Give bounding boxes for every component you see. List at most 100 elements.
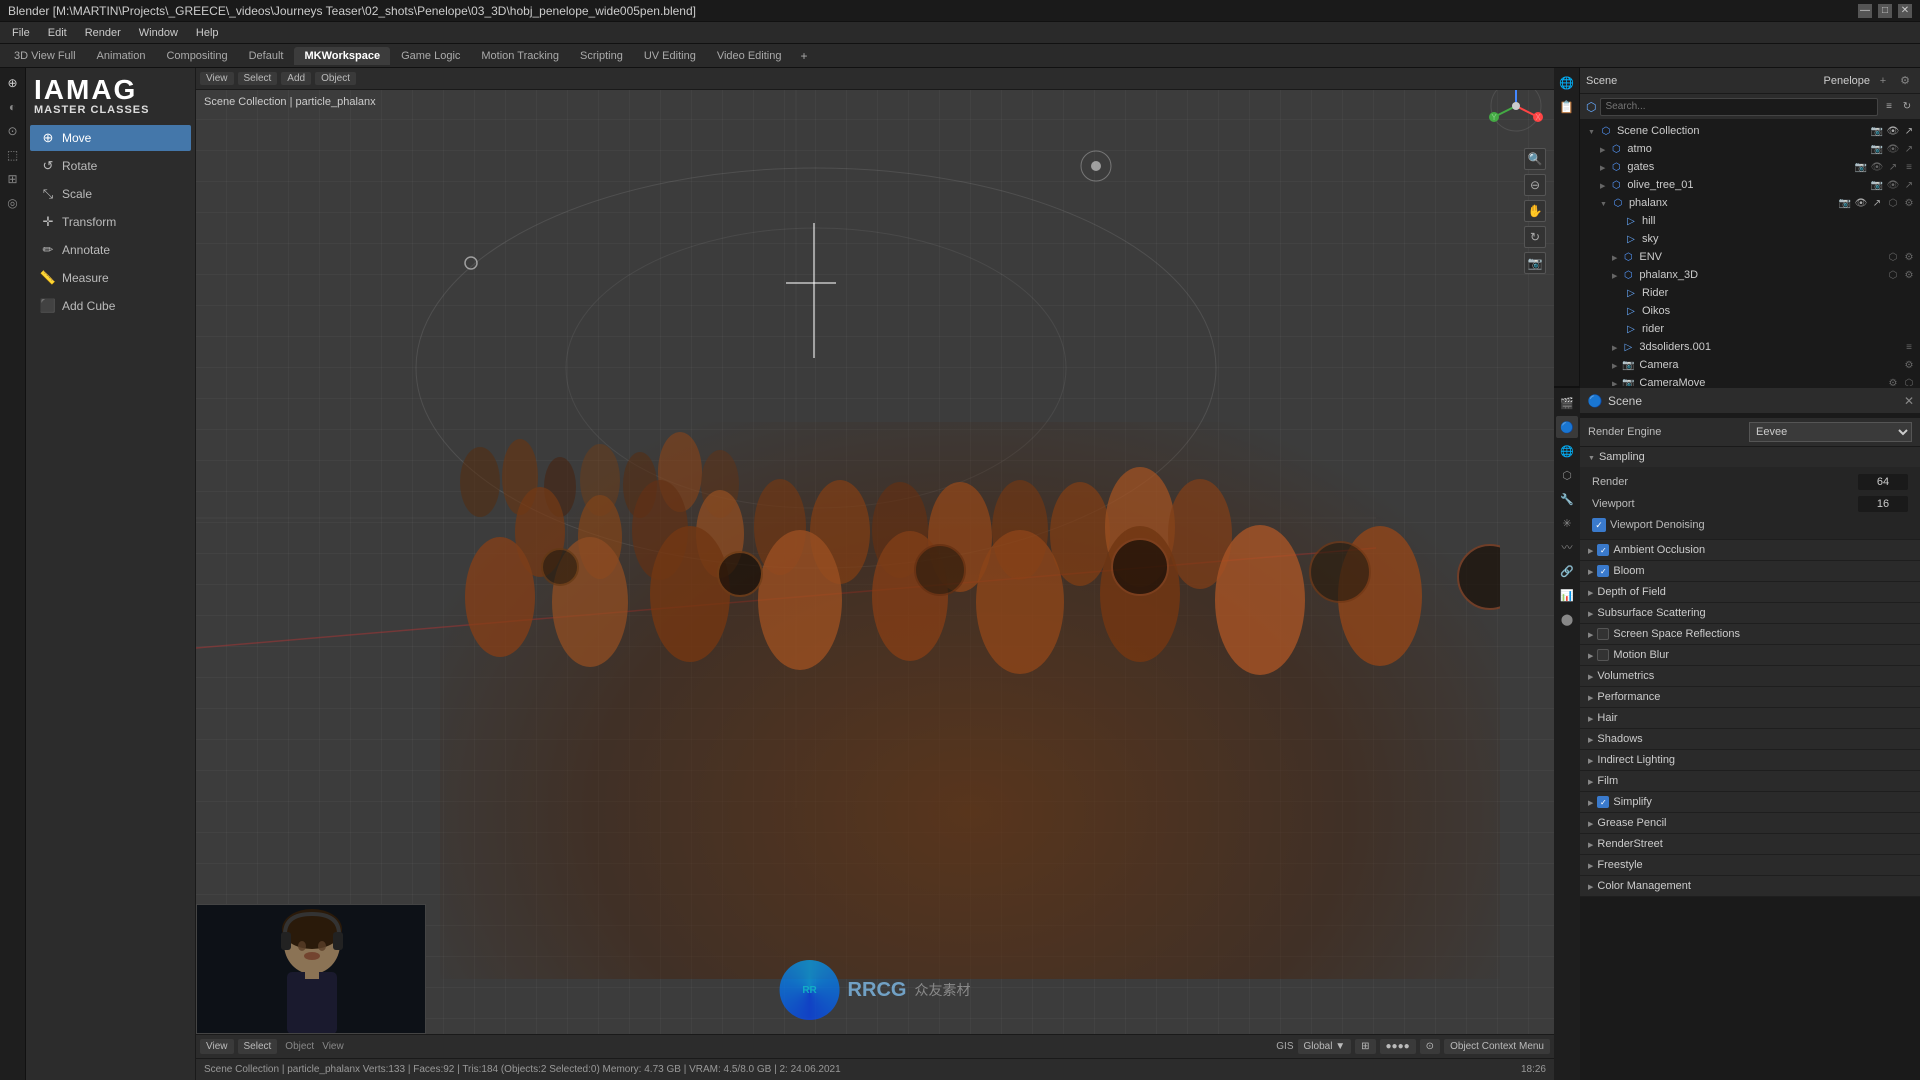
proportional-icon[interactable]: ◎ [2, 192, 24, 214]
props-tab-physics[interactable]: 〰 [1556, 536, 1578, 558]
render-engine-select[interactable]: Eevee Cycles [1749, 422, 1912, 442]
camera-view-button[interactable]: 📷 [1524, 252, 1546, 274]
outliner-item-scene-collection[interactable]: ⬡ Scene Collection 📷 👁 ↗ [1580, 122, 1920, 140]
gates-select-btn[interactable]: ↗ [1886, 160, 1900, 174]
env-extra[interactable]: ⬡ [1886, 250, 1900, 264]
overlay-button[interactable]: ⊙ [1420, 1039, 1440, 1054]
viewport-value[interactable]: 16 [1858, 496, 1908, 512]
outliner-item-rider[interactable]: ▷ rider [1604, 320, 1920, 338]
viewport-select-menu[interactable]: Select [238, 1039, 278, 1054]
p3d-extra[interactable]: ⬡ [1886, 268, 1900, 282]
render-value[interactable]: 64 [1858, 474, 1908, 490]
menu-file[interactable]: File [4, 25, 38, 41]
props-tab-particles[interactable]: ✳ [1556, 512, 1578, 534]
outliner-refresh-button[interactable]: ↻ [1900, 100, 1914, 114]
expand-phalanx[interactable] [1600, 199, 1607, 208]
add-workspace-button[interactable]: + [792, 46, 815, 66]
tab-animation[interactable]: Animation [87, 47, 156, 65]
denoising-checkbox[interactable]: ✓ [1592, 518, 1606, 532]
gates-viewport-btn[interactable]: 👁 [1870, 160, 1884, 174]
object-context-button[interactable]: Object Context Menu [1444, 1039, 1550, 1054]
props-tab-modifier[interactable]: 🔧 [1556, 488, 1578, 510]
tab-motion-tracking[interactable]: Motion Tracking [471, 47, 569, 65]
selectable-button[interactable]: ↗ [1902, 124, 1916, 138]
gp-toggle[interactable] [1588, 818, 1593, 828]
outliner-view-layer-icon[interactable]: 📋 [1556, 96, 1578, 118]
close-button[interactable]: ✕ [1898, 4, 1912, 18]
simplify-header[interactable]: ✓ Simplify [1580, 792, 1920, 812]
cm-header[interactable]: Color Management [1580, 876, 1920, 896]
add-menu-button[interactable]: Add [281, 72, 311, 85]
outliner-item-gates[interactable]: ⬡ gates 📷 👁 ↗ ≡ [1592, 158, 1920, 176]
hair-toggle[interactable] [1588, 713, 1593, 723]
vol-header[interactable]: Volumetrics [1580, 666, 1920, 686]
phalanx-btn2[interactable]: 👁 [1854, 196, 1868, 210]
simplify-toggle[interactable] [1588, 797, 1593, 807]
menu-render[interactable]: Render [77, 25, 129, 41]
tool-add-cube[interactable]: ⬛ Add Cube [30, 293, 191, 319]
tool-scale[interactable]: ⤡ Scale [30, 181, 191, 207]
ao-header[interactable]: ✓ Ambient Occlusion [1580, 540, 1920, 560]
props-tab-render[interactable]: 🎬 [1556, 392, 1578, 414]
outliner-item-env[interactable]: ⬡ ENV ⬡ ⚙ [1604, 248, 1920, 266]
vol-toggle[interactable] [1588, 671, 1593, 681]
mb-toggle[interactable] [1588, 650, 1593, 660]
expand-gates[interactable] [1600, 163, 1605, 172]
expand-scene-collection[interactable] [1588, 127, 1595, 136]
atmo-render-visible[interactable]: 📷 [1870, 142, 1884, 156]
bloom-header[interactable]: ✓ Bloom [1580, 561, 1920, 581]
outliner-item-sky[interactable]: ▷ sky [1604, 230, 1920, 248]
ssr-header[interactable]: Screen Space Reflections [1580, 624, 1920, 644]
outliner-item-phalanx3d[interactable]: ⬡ phalanx_3D ⬡ ⚙ [1604, 266, 1920, 284]
phalanx-extra[interactable]: ⬡ [1886, 196, 1900, 210]
tool-measure[interactable]: 📏 Measure [30, 265, 191, 291]
props-tab-constraints[interactable]: 🔗 [1556, 560, 1578, 582]
film-toggle[interactable] [1588, 776, 1593, 786]
olive-btn3[interactable]: ↗ [1902, 178, 1916, 192]
select-menu-button[interactable]: Select [238, 72, 278, 85]
tab-compositing[interactable]: Compositing [156, 47, 237, 65]
cm-extra2[interactable]: ⬡ [1902, 376, 1916, 386]
outliner-scene-icon[interactable]: 🌐 [1556, 72, 1578, 94]
menu-window[interactable]: Window [131, 25, 186, 41]
outliner-item-3dsoldiers[interactable]: ▷ 3dsoliders.001 ≡ [1604, 338, 1920, 356]
freestyle-toggle[interactable] [1588, 860, 1593, 870]
sss-header[interactable]: Subsurface Scattering [1580, 603, 1920, 623]
ao-checkbox[interactable]: ✓ [1597, 544, 1609, 556]
outliner-filter-button[interactable]: ≡ [1882, 100, 1896, 114]
view-menu-button[interactable]: View [200, 72, 234, 85]
olive-btn1[interactable]: 📷 [1870, 178, 1884, 192]
tab-mkworkspace[interactable]: MKWorkspace [294, 47, 390, 65]
indirect-toggle[interactable] [1588, 755, 1593, 765]
tool-rotate[interactable]: ↺ Rotate [30, 153, 191, 179]
expand-env[interactable] [1612, 253, 1617, 262]
perf-header[interactable]: Performance [1580, 687, 1920, 707]
tool-move[interactable]: ⊕ Move [30, 125, 191, 151]
tab-video-editing[interactable]: Video Editing [707, 47, 792, 65]
tab-scripting[interactable]: Scripting [570, 47, 633, 65]
hair-header[interactable]: Hair [1580, 708, 1920, 728]
outliner-item-phalanx[interactable]: ⬡ phalanx 📷 👁 ↗ ⬡ ⚙ [1592, 194, 1920, 212]
props-tab-object[interactable]: ⬡ [1556, 464, 1578, 486]
indirect-header[interactable]: Indirect Lighting [1580, 750, 1920, 770]
menu-edit[interactable]: Edit [40, 25, 75, 41]
mb-checkbox[interactable] [1597, 649, 1609, 661]
tab-3d-view-full[interactable]: 3D View Full [4, 47, 86, 65]
snap-button[interactable]: ⊞ [1355, 1039, 1375, 1054]
atmo-viewport-visible[interactable]: 👁 [1886, 142, 1900, 156]
tab-game-logic[interactable]: Game Logic [391, 47, 470, 65]
zoom-out-button[interactable]: ⊖ [1524, 174, 1546, 196]
phalanx-btn3[interactable]: ↗ [1870, 196, 1884, 210]
move-gizmo-icon[interactable]: ⊕ [2, 72, 24, 94]
xray-icon[interactable]: ⬚ [2, 144, 24, 166]
viewport-visible-button[interactable]: 👁 [1886, 124, 1900, 138]
shadows-toggle[interactable] [1588, 734, 1593, 744]
props-tab-world[interactable]: 🌐 [1556, 440, 1578, 462]
sampling-toggle[interactable] [1588, 452, 1595, 462]
expand-olive[interactable] [1600, 181, 1605, 190]
3ds-extra[interactable]: ≡ [1902, 340, 1916, 354]
minimize-button[interactable]: — [1858, 4, 1872, 18]
outliner-item-olive[interactable]: ⬡ olive_tree_01 📷 👁 ↗ [1592, 176, 1920, 194]
freestyle-header[interactable]: Freestyle [1580, 855, 1920, 875]
global-button[interactable]: Global ▼ [1298, 1039, 1352, 1054]
